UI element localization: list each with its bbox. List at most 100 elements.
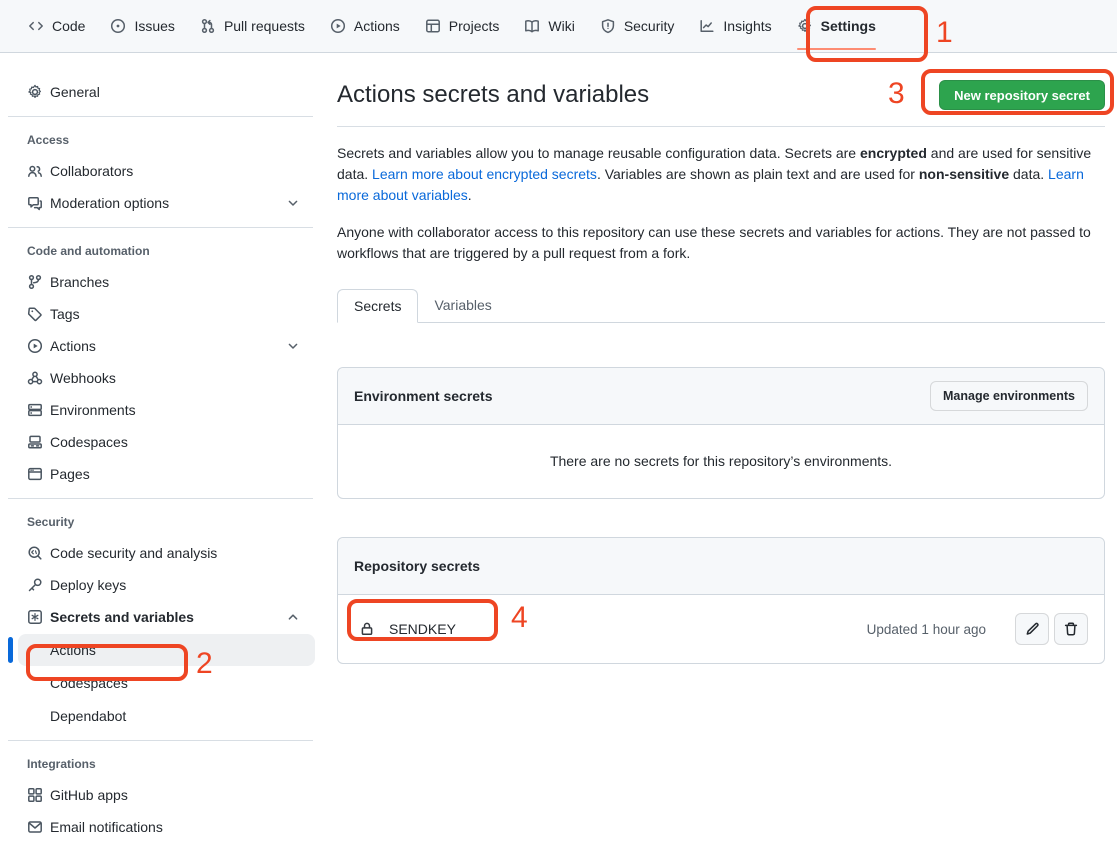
sidebar-item-label: Pages bbox=[50, 466, 90, 482]
sidebar-section-header-security: Security bbox=[8, 507, 321, 537]
desc-text: . bbox=[468, 187, 472, 203]
collaborator-access-paragraph: Anyone with collaborator access to this … bbox=[337, 222, 1105, 264]
environment-secrets-empty-message: There are no secrets for this repository… bbox=[338, 425, 1104, 498]
lock-icon bbox=[359, 621, 375, 637]
sidebar-item-label: Environments bbox=[50, 402, 136, 418]
sidebar-item-collaborators[interactable]: Collaborators bbox=[8, 155, 315, 187]
sidebar-item-secrets-and-variables[interactable]: Secrets and variables bbox=[8, 601, 315, 633]
repo-tab-nav: Code Issues Pull requests Actions Projec… bbox=[0, 0, 1117, 53]
active-tab-underline bbox=[797, 48, 876, 50]
edit-secret-button[interactable] bbox=[1015, 613, 1049, 645]
sidebar-item-label: Webhooks bbox=[50, 370, 116, 386]
gear-icon bbox=[27, 84, 43, 100]
sidebar-item-label: Codespaces bbox=[50, 434, 128, 450]
pencil-icon bbox=[1024, 621, 1040, 637]
sidebar-item-label: Branches bbox=[50, 274, 109, 290]
nav-item-pull-requests[interactable]: Pull requests bbox=[192, 0, 313, 52]
nav-item-code[interactable]: Code bbox=[20, 0, 93, 52]
sidebar-item-moderation-options[interactable]: Moderation options bbox=[8, 187, 315, 219]
secret-row-actions: Updated 1 hour ago bbox=[867, 613, 1088, 645]
nav-label: Pull requests bbox=[224, 18, 305, 34]
card-title: Environment secrets bbox=[354, 388, 493, 404]
git-pull-request-icon bbox=[200, 18, 216, 34]
sidebar-item-github-apps[interactable]: GitHub apps bbox=[8, 779, 315, 811]
tab-secrets[interactable]: Secrets bbox=[337, 289, 418, 323]
sidebar-item-environments[interactable]: Environments bbox=[8, 394, 315, 426]
nav-label: Insights bbox=[723, 18, 771, 34]
nav-item-settings[interactable]: Settings bbox=[789, 0, 884, 52]
secrets-variables-tabnav: Secrets Variables bbox=[337, 289, 1105, 323]
sidebar-item-label: Tags bbox=[50, 306, 80, 322]
sidebar-item-code-security[interactable]: Code security and analysis bbox=[8, 537, 315, 569]
sidebar-section-header-access: Access bbox=[8, 125, 321, 155]
graph-icon bbox=[699, 18, 715, 34]
nav-item-security[interactable]: Security bbox=[592, 0, 683, 52]
sidebar-item-codespaces[interactable]: Codespaces bbox=[8, 426, 315, 458]
sidebar-subitem-codespaces[interactable]: Codespaces bbox=[18, 667, 315, 699]
repository-secrets-header: Repository secrets bbox=[338, 538, 1104, 595]
desc-text: Secrets and variables allow you to manag… bbox=[337, 145, 860, 161]
tab-variables[interactable]: Variables bbox=[418, 289, 507, 322]
description-paragraph: Secrets and variables allow you to manag… bbox=[337, 143, 1105, 206]
sidebar-section-header-code-automation: Code and automation bbox=[8, 236, 321, 266]
sidebar-item-label: Actions bbox=[50, 642, 96, 658]
browser-icon bbox=[27, 466, 43, 482]
server-icon bbox=[27, 402, 43, 418]
sidebar-item-general[interactable]: General bbox=[8, 76, 315, 108]
sidebar-subitem-dependabot[interactable]: Dependabot bbox=[18, 700, 315, 732]
chevron-down-icon bbox=[285, 338, 301, 354]
settings-sidebar: General Access Collaborators Moderation … bbox=[0, 53, 321, 853]
book-icon bbox=[524, 18, 540, 34]
nav-label: Security bbox=[624, 18, 675, 34]
link-learn-more-encrypted-secrets[interactable]: Learn more about encrypted secrets bbox=[372, 166, 597, 182]
nav-item-projects[interactable]: Projects bbox=[417, 0, 508, 52]
sidebar-item-deploy-keys[interactable]: Deploy keys bbox=[8, 569, 315, 601]
environment-secrets-card: Environment secrets Manage environments … bbox=[337, 367, 1105, 499]
sidebar-item-branches[interactable]: Branches bbox=[8, 266, 315, 298]
nav-item-actions[interactable]: Actions bbox=[322, 0, 408, 52]
sidebar-item-label: Deploy keys bbox=[50, 577, 126, 593]
repository-secrets-card: Repository secrets SENDKEY Updated 1 hou… bbox=[337, 537, 1105, 664]
key-icon bbox=[27, 577, 43, 593]
sidebar-item-label: Actions bbox=[50, 338, 96, 354]
play-icon bbox=[330, 18, 346, 34]
sidebar-subitem-actions[interactable]: Actions bbox=[18, 634, 315, 666]
chevron-up-icon bbox=[285, 609, 301, 625]
sidebar-item-pages[interactable]: Pages bbox=[8, 458, 315, 490]
sidebar-divider bbox=[8, 498, 313, 499]
delete-secret-button[interactable] bbox=[1054, 613, 1088, 645]
nav-label: Actions bbox=[354, 18, 400, 34]
nav-label: Issues bbox=[134, 18, 174, 34]
sidebar-item-label: Code security and analysis bbox=[50, 545, 217, 561]
nav-item-insights[interactable]: Insights bbox=[691, 0, 779, 52]
sidebar-divider bbox=[8, 227, 313, 228]
table-icon bbox=[425, 18, 441, 34]
codespaces-icon bbox=[27, 434, 43, 450]
trash-icon bbox=[1063, 621, 1079, 637]
desc-bold-encrypted: encrypted bbox=[860, 145, 927, 161]
sidebar-item-label: Secrets and variables bbox=[50, 609, 194, 625]
card-title: Repository secrets bbox=[354, 558, 480, 574]
manage-environments-button[interactable]: Manage environments bbox=[930, 381, 1088, 411]
sidebar-item-tags[interactable]: Tags bbox=[8, 298, 315, 330]
desc-bold-non-sensitive: non-sensitive bbox=[919, 166, 1009, 182]
nav-item-wiki[interactable]: Wiki bbox=[516, 0, 582, 52]
tag-icon bbox=[27, 306, 43, 322]
secret-name: SENDKEY bbox=[354, 621, 456, 637]
sidebar-item-email-notifications[interactable]: Email notifications bbox=[8, 811, 315, 843]
secret-row: SENDKEY Updated 1 hour ago bbox=[338, 595, 1104, 663]
play-icon bbox=[27, 338, 43, 354]
page-head: Actions secrets and variables New reposi… bbox=[337, 80, 1105, 127]
sidebar-item-label: Dependabot bbox=[50, 708, 126, 724]
sidebar-divider bbox=[8, 116, 313, 117]
issue-opened-icon bbox=[110, 18, 126, 34]
sidebar-item-webhooks[interactable]: Webhooks bbox=[8, 362, 315, 394]
nav-item-issues[interactable]: Issues bbox=[102, 0, 182, 52]
codescan-icon bbox=[27, 545, 43, 561]
apps-icon bbox=[27, 787, 43, 803]
new-repository-secret-button[interactable]: New repository secret bbox=[939, 80, 1105, 110]
main-content: Actions secrets and variables New reposi… bbox=[337, 53, 1105, 664]
sidebar-item-actions[interactable]: Actions bbox=[8, 330, 315, 362]
people-icon bbox=[27, 163, 43, 179]
gear-icon bbox=[797, 18, 813, 34]
